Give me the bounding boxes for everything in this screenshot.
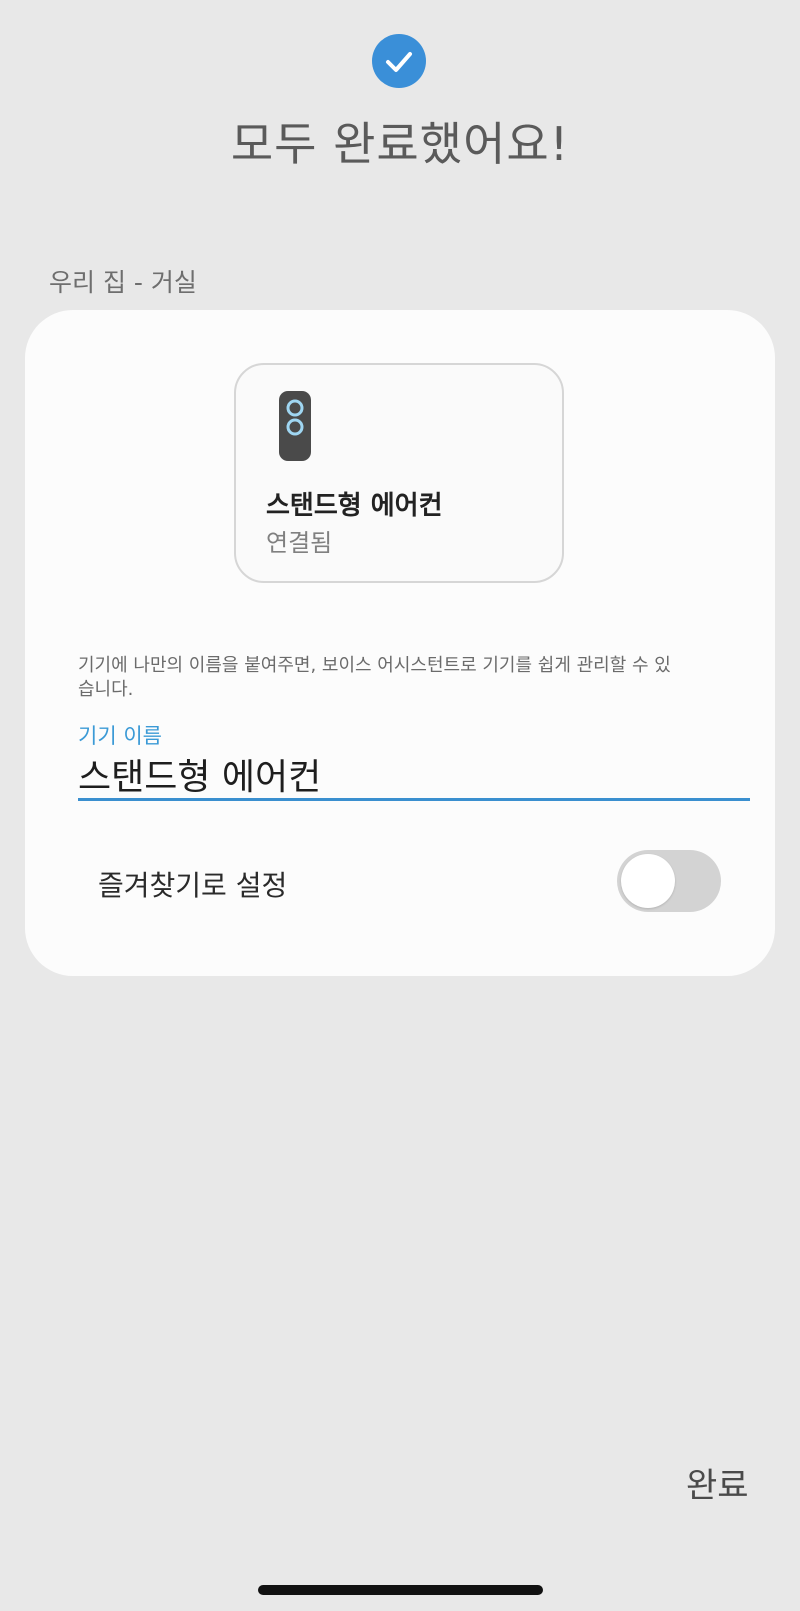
device-tile[interactable]: 스탠드형 에어컨 연결됨: [234, 363, 564, 583]
check-circle-icon: [372, 34, 426, 88]
favorite-toggle[interactable]: [617, 850, 721, 912]
favorite-label: 즐겨찾기로 설정: [98, 869, 288, 902]
device-status: 연결됨: [266, 529, 333, 557]
toggle-knob: [621, 854, 675, 908]
page-title: 모두 완료했어요!: [230, 117, 570, 171]
helper-text: 기기에 나만의 이름을 붙여주면, 보이스 어시스턴트로 기기를 쉽게 관리할 …: [78, 655, 671, 700]
device-card: 스탠드형 에어컨 연결됨 기기에 나만의 이름을 붙여주면, 보이스 어시스턴트…: [25, 310, 775, 976]
home-indicator: [258, 1585, 543, 1595]
device-name-input[interactable]: [78, 750, 750, 801]
stand-air-conditioner-icon: [278, 390, 312, 462]
location-label: 우리 집 - 거실: [49, 268, 197, 297]
device-name-field-label: 기기 이름: [78, 724, 162, 748]
device-name: 스탠드형 에어컨: [266, 491, 443, 521]
done-button[interactable]: 완료: [686, 1458, 749, 1507]
